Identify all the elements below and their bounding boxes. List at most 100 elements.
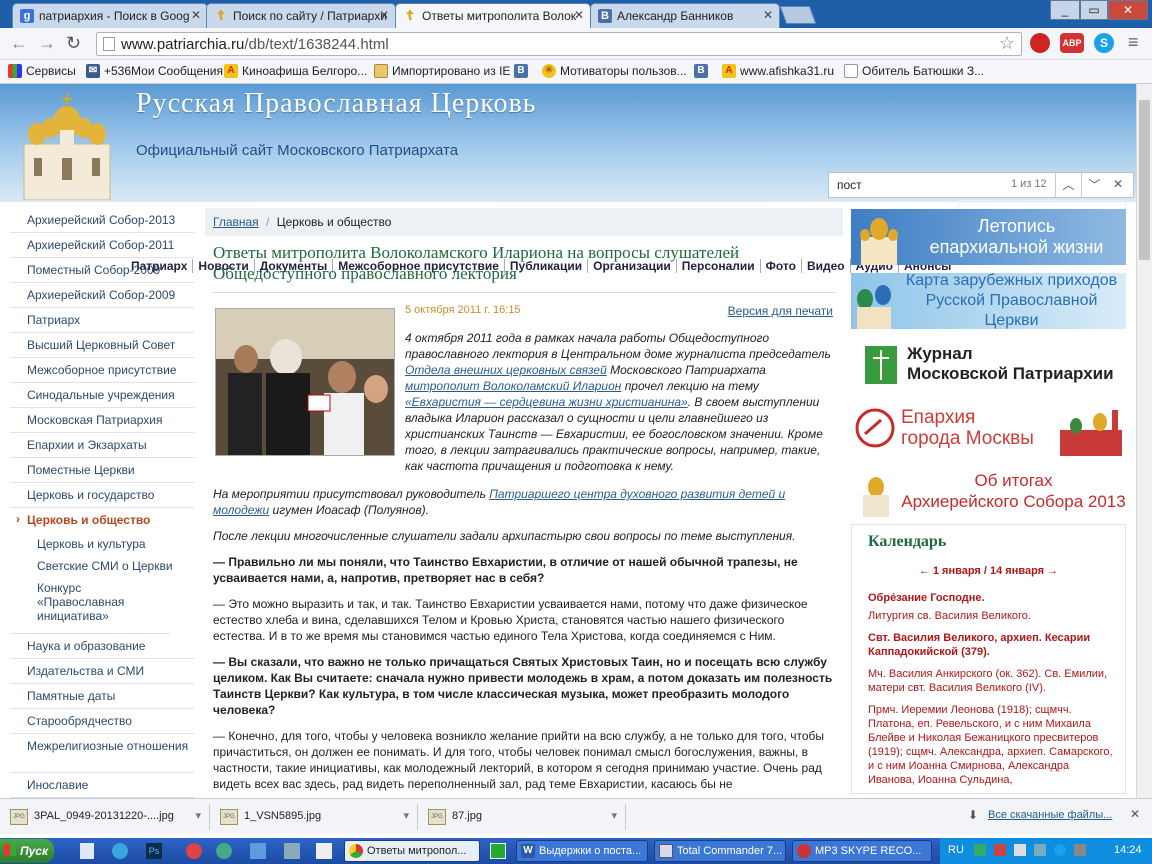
close-icon[interactable]: ✕ xyxy=(574,8,584,22)
tray-icon[interactable] xyxy=(974,844,986,856)
sidebar-item[interactable]: Церковь и государство xyxy=(10,483,195,508)
sidebar-item[interactable]: Архиерейский Собор-2009 xyxy=(10,283,195,308)
back-arrow-icon[interactable]: ← xyxy=(10,33,28,54)
bookmark-motivators[interactable]: ☀ Мотиваторы пользов... xyxy=(542,64,687,78)
tray-icon[interactable] xyxy=(1014,844,1026,856)
sidebar-item[interactable]: Архиерейский Собор-2013 xyxy=(10,208,195,233)
sidebar-subitem[interactable]: Конкурс «Православная инициатива» xyxy=(10,577,170,634)
bookmark-services[interactable]: Сервисы xyxy=(8,64,76,78)
menu-icon[interactable]: ≡ xyxy=(1128,32,1139,53)
sidebar-item[interactable]: Памятные даты xyxy=(10,684,195,709)
bookmark-messages[interactable]: ✉ +536Мои Сообщения xyxy=(86,64,223,78)
start-button[interactable]: Пуск xyxy=(0,839,54,863)
chevron-down-icon[interactable]: ▾ xyxy=(195,809,201,822)
banner-letopis[interactable]: Летопись епархиальной жизни xyxy=(851,209,1126,265)
bookmark-kinoafisha[interactable]: A Киноафиша Белгоро... xyxy=(224,64,367,78)
sidebar-item[interactable]: Высший Церковный Совет xyxy=(10,333,195,358)
link-lecture-topic[interactable]: «Евхаристия — сердцевина жизни христиани… xyxy=(405,395,688,409)
adblock-icon[interactable]: ABP xyxy=(1060,33,1084,53)
new-tab-button[interactable] xyxy=(779,6,817,24)
sidebar-subitem[interactable]: Светские СМИ о Церкви xyxy=(10,555,195,577)
scrollbar-thumb[interactable] xyxy=(1139,100,1150,260)
close-icon[interactable]: ✕ xyxy=(379,8,389,22)
close-icon[interactable]: ✕ xyxy=(1130,807,1140,821)
tab-active-article[interactable]: ☦ Ответы митрополита Волок ✕ xyxy=(395,3,591,28)
tab-google-search[interactable]: g патриархия - Поиск в Goog ✕ xyxy=(12,3,208,28)
close-window-button[interactable]: ✕ xyxy=(1108,0,1148,20)
calendar-feast[interactable]: Обре́зание Господне. xyxy=(852,591,1125,605)
photoshop-icon[interactable]: Ps xyxy=(146,843,162,859)
sidebar-item[interactable]: Синодальные учреждения xyxy=(10,383,195,408)
chevron-down-icon[interactable]: ▾ xyxy=(403,809,409,822)
extension-stop-icon[interactable] xyxy=(1030,33,1050,53)
sidebar-item[interactable]: Межрелигиозные отношения xyxy=(10,734,195,773)
calendar-date-nav[interactable]: ← 1 января / 14 января → xyxy=(852,565,1125,577)
taskbar-task-mp3-skype[interactable]: MP3 SKYPE RECO... xyxy=(792,840,932,862)
sidebar-item[interactable]: Архиерейский Собор-2011 xyxy=(10,233,195,258)
chevron-down-icon[interactable]: ▾ xyxy=(611,809,617,822)
download-item[interactable]: JPG 1_VSN5895.jpg ▾ xyxy=(210,804,418,830)
breadcrumb-home-link[interactable]: Главная xyxy=(213,215,259,229)
sidebar-item[interactable]: Патриарх xyxy=(10,308,195,333)
find-close-icon[interactable]: ✕ xyxy=(1113,177,1123,191)
site-title[interactable]: Русская Православная Церковь xyxy=(136,88,536,120)
quicklaunch-icon[interactable] xyxy=(216,843,232,859)
banner-journal[interactable]: Журнал Московской Патриархии xyxy=(851,336,1126,392)
tray-icon[interactable] xyxy=(994,844,1006,856)
banner-council-results[interactable]: Об итогах Архиерейского Собора 2013 xyxy=(851,463,1126,519)
sidebar-item[interactable]: Поместный Собор-2009 xyxy=(10,258,195,283)
print-version-link[interactable]: Версия для печати xyxy=(728,304,833,318)
quicklaunch-icon[interactable] xyxy=(250,843,266,859)
banner-moscow-diocese[interactable]: Епархия города Москвы xyxy=(851,400,1126,456)
sidebar-item-active[interactable]: › Церковь и общество xyxy=(10,508,195,533)
sidebar-item[interactable]: Старообрядчество xyxy=(10,709,195,734)
find-next-button[interactable]: ﹀ xyxy=(1081,173,1107,197)
skype-tray-icon[interactable] xyxy=(1054,844,1066,856)
sidebar-item[interactable]: Инославие xyxy=(10,773,195,798)
calendar-saint[interactable]: Свт. Василия Великого, архиеп. Кесарии К… xyxy=(852,631,1125,659)
link-decr[interactable]: Отдела внешних церковных связей xyxy=(405,363,607,377)
quicklaunch-icon[interactable] xyxy=(490,843,506,859)
taskbar-task-chrome[interactable]: Ответы митропол... xyxy=(344,840,480,862)
download-item[interactable]: JPG 3PAL_0949-20131220-....jpg ▾ xyxy=(0,804,210,830)
find-prev-button[interactable]: ︿ xyxy=(1055,173,1081,197)
sidebar-subitem[interactable]: Церковь и культура xyxy=(10,533,195,555)
bookmark-star-icon[interactable]: ☆ xyxy=(999,33,1015,54)
sidebar-item[interactable]: Московская Патриархия xyxy=(10,408,195,433)
close-icon[interactable]: ✕ xyxy=(763,8,773,22)
sidebar-item[interactable]: Поместные Церкви xyxy=(10,458,195,483)
page-scrollbar[interactable] xyxy=(1136,84,1152,798)
language-indicator[interactable]: RU xyxy=(948,844,964,856)
reload-icon[interactable]: ↻ xyxy=(66,33,81,54)
quicklaunch-icon[interactable] xyxy=(284,843,300,859)
link-metropolitan-hilarion[interactable]: митрополит Волоколамский Иларион xyxy=(405,379,621,393)
close-icon[interactable]: ✕ xyxy=(191,8,201,22)
calendar-saint[interactable]: Прмч. Иеремии Леонова (1918); сщмчч. Пла… xyxy=(852,703,1125,787)
tab-site-search[interactable]: ☦ Поиск по сайту / Патриархи ✕ xyxy=(206,3,396,28)
clock[interactable]: 14:24 xyxy=(1114,844,1142,856)
quicklaunch-icon[interactable] xyxy=(80,843,94,859)
article-photo[interactable] xyxy=(215,308,395,456)
address-bar[interactable]: www.patriarchia.ru/db/text/1638244.html … xyxy=(96,32,1022,56)
find-input[interactable]: пост xyxy=(837,178,862,192)
volume-icon[interactable] xyxy=(1074,844,1086,856)
all-downloads-link[interactable]: Все скачанные файлы... xyxy=(988,809,1112,821)
tab-vk-profile[interactable]: B Александр Банников ✕ xyxy=(590,3,780,28)
sidebar-item[interactable]: Издательства и СМИ xyxy=(10,659,195,684)
sidebar-item[interactable]: Епархии и Экзархаты xyxy=(10,433,195,458)
bookmark-afishka31[interactable]: Awww.afishka31.ru xyxy=(722,64,834,78)
maximize-window-button[interactable]: ▭ xyxy=(1080,0,1108,20)
taskbar-task-word[interactable]: W Выдержки о поста... xyxy=(516,840,648,862)
forward-arrow-icon[interactable]: → xyxy=(38,33,56,54)
skype-icon[interactable]: S xyxy=(1094,33,1114,53)
calendar-saint[interactable]: Мч. Василия Анкирского (ок. 362). Св. Ем… xyxy=(852,667,1125,695)
banner-map-parishes[interactable]: Карта зарубежных приходов Русской Правос… xyxy=(851,272,1126,329)
quicklaunch-icon[interactable] xyxy=(112,843,128,859)
bookmark-folder-ie[interactable]: Импортировано из IE xyxy=(374,64,510,78)
quicklaunch-icon[interactable] xyxy=(186,843,202,859)
sidebar-item[interactable]: Межсоборное присутствие xyxy=(10,358,195,383)
bookmark-obitel[interactable]: Обитель Батюшки З... xyxy=(844,64,984,78)
sidebar-item[interactable]: Наука и образование xyxy=(10,634,195,659)
taskbar-task-total-commander[interactable]: Total Commander 7... xyxy=(654,840,786,862)
quicklaunch-icon[interactable] xyxy=(316,843,332,859)
